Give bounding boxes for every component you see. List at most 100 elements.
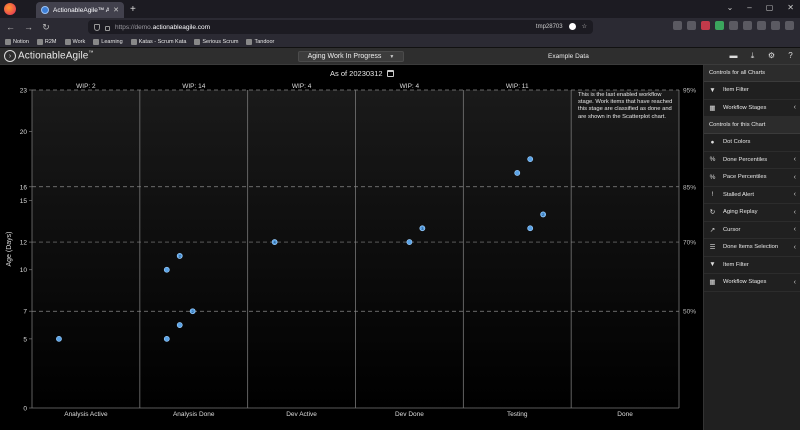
pocket-icon[interactable] xyxy=(673,21,682,30)
panel-item[interactable]: ↗ Cursor ‹ xyxy=(704,222,800,239)
shield-icon[interactable] xyxy=(94,23,100,31)
panel-item[interactable]: ▦ Workflow Stages ‹ xyxy=(704,100,800,117)
menu-icon[interactable] xyxy=(785,21,794,30)
panel-item[interactable]: ● Dot Colors xyxy=(704,134,800,152)
panel-item[interactable]: ▼ Item Filter xyxy=(704,257,800,274)
tab-close-icon[interactable]: ✕ xyxy=(113,6,119,14)
download-icon[interactable]: ⤓ xyxy=(748,51,757,60)
work-item-dot xyxy=(406,239,413,245)
back-icon[interactable]: ← xyxy=(6,22,15,32)
category-label: Done xyxy=(617,411,633,418)
panel-item[interactable]: ↻ Aging Replay ‹ xyxy=(704,204,800,222)
bookmark-item[interactable]: Serious Scrum xyxy=(194,38,238,45)
controls-this-chart-header[interactable]: Controls for this Chart xyxy=(704,117,800,134)
dot-count-label: 2 xyxy=(542,213,544,217)
chevron-left-icon[interactable]: ‹ xyxy=(794,226,796,233)
work-item-dot xyxy=(163,335,170,342)
y-tick-label: 15 xyxy=(20,198,28,205)
bookmark-icon xyxy=(64,38,71,45)
bookmark-item[interactable]: Tandoor xyxy=(246,38,274,45)
maximize-icon[interactable]: ▢ xyxy=(766,3,774,12)
wip-label: WIP: 4 xyxy=(400,83,420,90)
browser-tab[interactable]: ActionableAgile™ Analytics ✕ xyxy=(36,2,124,18)
as-of-date[interactable]: As of 20230312 xyxy=(330,69,394,78)
aging-wip-chart[interactable]: 95% 85% 70% 50% 0 5 7 10 12 15 16 20 23 Age (Days) Ana… xyxy=(0,65,703,430)
bookmark-icon xyxy=(5,38,11,45)
minimize-icon[interactable]: – xyxy=(747,3,751,12)
panel-item[interactable]: % Done Percentiles ‹ xyxy=(704,152,800,169)
y-tick-label: 12 xyxy=(20,240,28,247)
chevron-left-icon[interactable]: ‹ xyxy=(794,104,796,111)
bookmark-item[interactable]: Work xyxy=(64,38,86,45)
category-label: Analysis Active xyxy=(64,411,108,418)
chart-selector[interactable]: Aging Work In Progress ▼ xyxy=(298,51,404,62)
wip-label: WIP: 2 xyxy=(76,83,96,90)
bookmark-icon xyxy=(194,38,201,45)
gear-icon[interactable]: ⚙ xyxy=(767,51,776,60)
url-bar[interactable]: https://demo.actionableagile.com tmp2870… xyxy=(88,20,593,34)
app-header: › ActionableAgile™ Aging Work In Progres… xyxy=(0,48,800,65)
chevron-left-icon[interactable]: ‹ xyxy=(794,244,796,251)
browser-nav-bar: ← → ↻ https://demo.actionableagile.com t… xyxy=(0,18,800,36)
panel-item[interactable]: % Pace Percentiles ‹ xyxy=(704,169,800,187)
extension-icon[interactable] xyxy=(743,21,752,30)
extension-icon[interactable] xyxy=(757,21,766,30)
panel-item[interactable]: ▼ Item Filter xyxy=(704,82,800,100)
percentile-label: 50% xyxy=(683,309,696,316)
tab-list-icon[interactable]: ⌄ xyxy=(727,3,734,12)
firefox-icon[interactable] xyxy=(4,3,16,15)
reload-icon[interactable]: ↻ xyxy=(42,22,50,33)
extension-icon[interactable] xyxy=(701,21,710,30)
y-tick-label: 16 xyxy=(20,184,28,191)
panel-item[interactable]: ! Stalled Alert ‹ xyxy=(704,187,800,204)
panel-item[interactable]: ☰ Done Items Selection ‹ xyxy=(704,239,800,257)
controls-panel: Controls for all Charts ▼ Item Filter ▦ Wor… xyxy=(703,65,800,430)
url-text: https://demo.actionableagile.com xyxy=(115,23,211,31)
dot-count-label: 4 xyxy=(274,241,276,245)
work-item-dot xyxy=(163,266,170,273)
bookmark-item[interactable]: Katas - Scrum Kata xyxy=(130,38,186,45)
lock-icon[interactable] xyxy=(105,25,110,31)
folder-icon[interactable]: ▬ xyxy=(729,51,738,60)
work-item-dot xyxy=(176,322,183,328)
chevron-left-icon[interactable]: ‹ xyxy=(794,174,796,181)
panel-item-label: Done Percentiles xyxy=(723,156,768,163)
table-icon: ▦ xyxy=(709,279,716,287)
bookmark-label: Work xyxy=(72,38,86,45)
new-tab-icon[interactable]: + xyxy=(130,4,136,15)
controls-all-charts-header[interactable]: Controls for all Charts xyxy=(704,65,800,82)
chevron-left-icon[interactable]: ‹ xyxy=(794,191,796,198)
dot-count-label: 2 xyxy=(192,310,194,314)
bookmark-label: Notion xyxy=(13,38,29,45)
bookmark-item[interactable]: Notion xyxy=(5,38,29,45)
bookmark-label: Learning xyxy=(101,38,123,45)
help-icon[interactable]: ? xyxy=(786,51,795,60)
chevron-left-icon[interactable]: ‹ xyxy=(794,209,796,216)
download-icon[interactable] xyxy=(687,21,696,30)
bookmark-icon xyxy=(36,38,43,45)
close-window-icon[interactable]: ✕ xyxy=(787,3,794,12)
chevron-left-icon[interactable]: ‹ xyxy=(794,156,796,163)
extension-icon[interactable] xyxy=(715,21,724,30)
forward-icon[interactable]: → xyxy=(24,22,33,32)
calendar-icon[interactable] xyxy=(386,70,394,77)
bookmark-item[interactable]: R2M xyxy=(36,38,57,45)
extension-icon[interactable] xyxy=(729,21,738,30)
container-label: tmp28703 xyxy=(535,23,563,30)
chevron-left-icon[interactable]: ‹ xyxy=(794,279,796,286)
container-indicator[interactable]: tmp28703 ☆ xyxy=(536,23,587,30)
panel-item-label: Item Filter xyxy=(723,87,749,94)
wip-label: WIP: 11 xyxy=(506,83,529,90)
bookmarks-bar: Notion R2M Work Learning Katas - Scrum Kata S… xyxy=(0,36,800,48)
panel-item-label: Workflow Stages xyxy=(723,279,767,286)
wip-label: WIP: 14 xyxy=(182,83,206,90)
logo-text: ActionableAgile™ xyxy=(18,50,94,62)
circle-icon: ● xyxy=(710,138,715,146)
logo: › ActionableAgile™ xyxy=(4,50,94,62)
extension-icon[interactable] xyxy=(771,21,780,30)
container-dot-icon xyxy=(568,23,576,30)
category-label: Testing xyxy=(507,411,528,418)
bookmark-item[interactable]: Learning xyxy=(93,38,123,45)
bookmark-star-icon[interactable]: ☆ xyxy=(582,23,587,30)
panel-item[interactable]: ▦ Workflow Stages ‹ xyxy=(704,274,800,292)
